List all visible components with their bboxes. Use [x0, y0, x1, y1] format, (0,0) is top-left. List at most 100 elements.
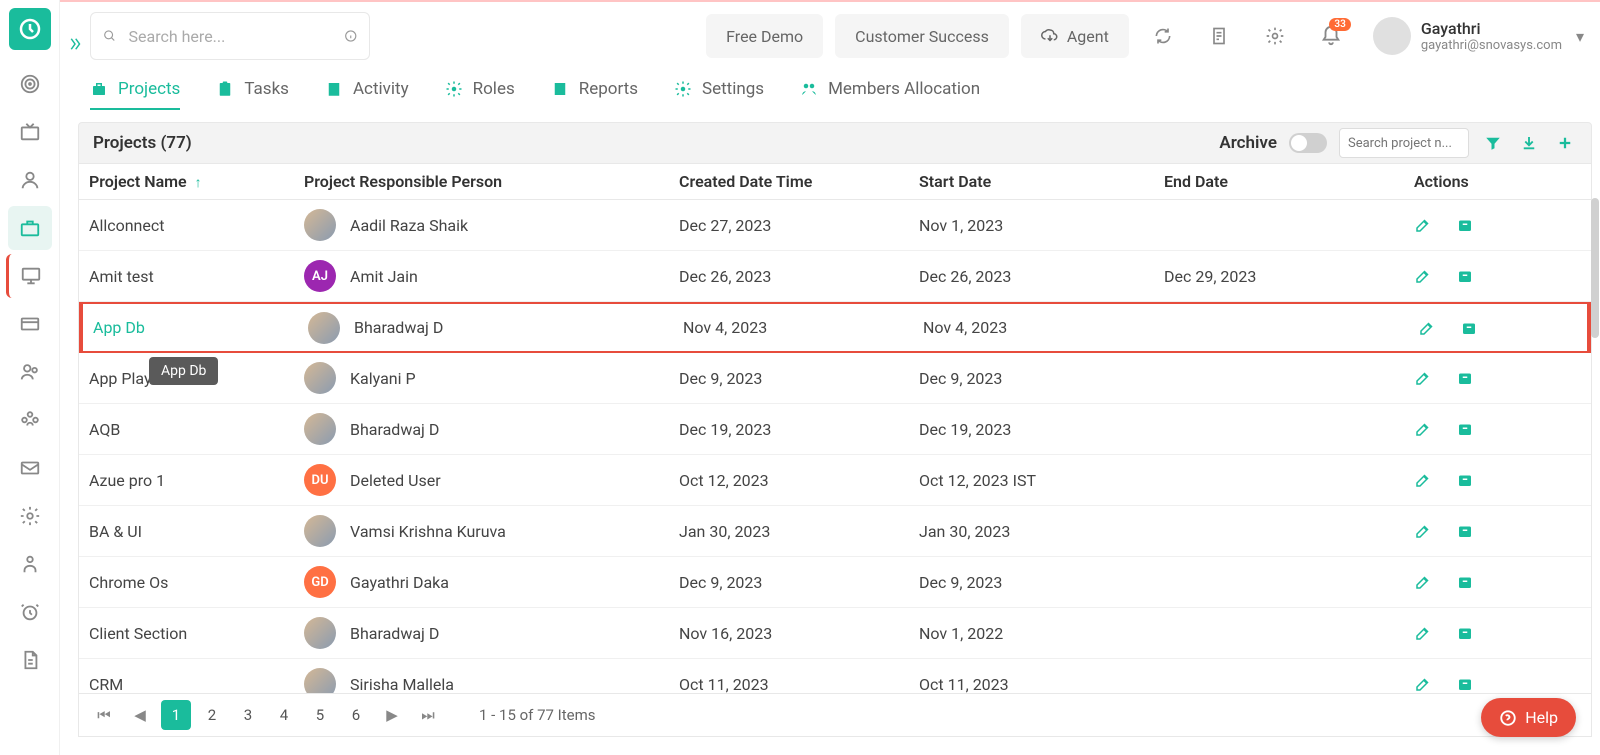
nav-file-icon[interactable] — [8, 638, 52, 682]
start-date: Dec 19, 2023 — [909, 420, 1154, 439]
project-name[interactable]: Allconnect — [89, 216, 164, 235]
table-row[interactable]: Client SectionBharadwaj DNov 16, 2023Nov… — [79, 608, 1591, 659]
col-project-name[interactable]: Project Name↑ — [79, 172, 294, 191]
page-number[interactable]: 4 — [269, 700, 299, 730]
col-responsible-person[interactable]: Project Responsible Person — [294, 172, 669, 191]
project-name[interactable]: Azue pro 1 — [89, 471, 165, 490]
edit-icon[interactable] — [1414, 420, 1432, 438]
download-icon[interactable] — [1517, 134, 1541, 152]
global-search[interactable] — [90, 12, 370, 60]
edit-icon[interactable] — [1414, 369, 1432, 387]
nav-gear-icon[interactable] — [8, 494, 52, 538]
tab-tasks[interactable]: Tasks — [216, 70, 289, 110]
nav-user-icon[interactable] — [8, 158, 52, 202]
start-date: Dec 9, 2023 — [909, 573, 1154, 592]
col-created[interactable]: Created Date Time — [669, 172, 909, 191]
table-row[interactable]: BA & UIVamsi Krishna KuruvaJan 30, 2023J… — [79, 506, 1591, 557]
logo[interactable] — [9, 8, 51, 50]
archive-icon[interactable] — [1456, 471, 1474, 489]
project-name[interactable]: Chrome Os — [89, 573, 168, 592]
edit-icon[interactable] — [1414, 522, 1432, 540]
archive-icon[interactable] — [1456, 573, 1474, 591]
edit-icon[interactable] — [1418, 319, 1436, 337]
page-number[interactable]: 3 — [233, 700, 263, 730]
page-last[interactable]: ⏭ — [413, 700, 443, 730]
table-row[interactable]: CRMSirisha MallelaOct 11, 2023Oct 11, 20… — [79, 659, 1591, 693]
archive-icon[interactable] — [1456, 675, 1474, 693]
archive-icon[interactable] — [1456, 369, 1474, 387]
nav-person-icon[interactable] — [8, 542, 52, 586]
notifications-icon[interactable]: 33 — [1309, 14, 1353, 58]
edit-icon[interactable] — [1414, 624, 1432, 642]
col-end[interactable]: End Date — [1154, 172, 1404, 191]
nav-card-icon[interactable] — [8, 302, 52, 346]
nav-monitor-icon[interactable] — [6, 254, 50, 298]
edit-icon[interactable] — [1414, 216, 1432, 234]
gear-icon[interactable] — [1253, 14, 1297, 58]
add-icon[interactable] — [1553, 134, 1577, 152]
tab-projects[interactable]: Projects — [90, 70, 180, 110]
page-number[interactable]: 1 — [161, 700, 191, 730]
nav-target-icon[interactable] — [8, 62, 52, 106]
archive-icon[interactable] — [1456, 420, 1474, 438]
start-date: Nov 1, 2023 — [909, 216, 1154, 235]
page-prev[interactable]: ◀ — [125, 700, 155, 730]
info-icon[interactable] — [344, 26, 358, 46]
project-name[interactable]: AQB — [89, 420, 120, 439]
table-row[interactable]: AQBBharadwaj DDec 19, 2023Dec 19, 2023 — [79, 404, 1591, 455]
table-row[interactable]: AllconnectAadil Raza ShaikDec 27, 2023No… — [79, 200, 1591, 251]
project-name[interactable]: App Db — [93, 318, 145, 337]
table-row[interactable]: Amit testAJAmit JainDec 26, 2023Dec 26, … — [79, 251, 1591, 302]
help-button[interactable]: Help — [1481, 698, 1576, 737]
agent-button[interactable]: Agent — [1021, 14, 1129, 58]
search-input[interactable] — [129, 27, 332, 46]
page-next[interactable]: ▶ — [377, 700, 407, 730]
created-date: Dec 26, 2023 — [669, 267, 909, 286]
project-name[interactable]: BA & UI — [89, 522, 142, 541]
archive-toggle[interactable] — [1289, 133, 1327, 153]
archive-icon[interactable] — [1456, 624, 1474, 642]
table-row[interactable]: Azue pro 1DUDeleted UserOct 12, 2023Oct … — [79, 455, 1591, 506]
nav-users-icon[interactable] — [8, 350, 52, 394]
nav-tv-icon[interactable] — [8, 110, 52, 154]
tab-settings[interactable]: Settings — [674, 70, 764, 110]
nav-briefcase-icon[interactable] — [8, 206, 52, 250]
edit-icon[interactable] — [1414, 573, 1432, 591]
page-number[interactable]: 5 — [305, 700, 335, 730]
project-name[interactable]: Client Section — [89, 624, 187, 643]
page-number[interactable]: 2 — [197, 700, 227, 730]
document-icon[interactable] — [1197, 14, 1241, 58]
project-search-input[interactable] — [1339, 128, 1469, 158]
edit-icon[interactable] — [1414, 675, 1432, 693]
nav-group-icon[interactable] — [8, 398, 52, 442]
archive-icon[interactable] — [1456, 267, 1474, 285]
customer-success-button[interactable]: Customer Success — [835, 14, 1009, 58]
table-row[interactable]: App PlayerKalyani PDec 9, 2023Dec 9, 202… — [79, 353, 1591, 404]
project-name[interactable]: Amit test — [89, 267, 154, 286]
free-demo-button[interactable]: Free Demo — [706, 14, 823, 58]
user-menu[interactable]: Gayathri gayathri@snovasys.com ▾ — [1365, 17, 1592, 55]
filter-icon[interactable] — [1481, 134, 1505, 152]
created-date: Nov 16, 2023 — [669, 624, 909, 643]
tab-roles[interactable]: Roles — [445, 70, 515, 110]
col-start[interactable]: Start Date — [909, 172, 1154, 191]
scrollbar[interactable] — [1590, 164, 1600, 693]
nav-alarm-icon[interactable] — [8, 590, 52, 634]
tab-members-allocation[interactable]: Members Allocation — [800, 70, 980, 110]
nav-mail-icon[interactable] — [8, 446, 52, 490]
archive-icon[interactable] — [1456, 522, 1474, 540]
edit-icon[interactable] — [1414, 471, 1432, 489]
refresh-icon[interactable] — [1141, 14, 1185, 58]
page-number[interactable]: 6 — [341, 700, 371, 730]
archive-icon[interactable] — [1456, 216, 1474, 234]
tab-reports[interactable]: Reports — [551, 70, 638, 110]
col-actions: Actions — [1404, 172, 1591, 191]
project-name[interactable]: CRM — [89, 675, 123, 694]
table-row[interactable]: App DbBharadwaj DNov 4, 2023Nov 4, 2023 — [79, 302, 1591, 353]
expand-sidebar-icon[interactable] — [65, 28, 85, 60]
page-first[interactable]: ⏮ — [89, 700, 119, 730]
edit-icon[interactable] — [1414, 267, 1432, 285]
tab-activity[interactable]: Activity — [325, 70, 409, 110]
archive-icon[interactable] — [1460, 319, 1478, 337]
table-row[interactable]: Chrome OsGDGayathri DakaDec 9, 2023Dec 9… — [79, 557, 1591, 608]
